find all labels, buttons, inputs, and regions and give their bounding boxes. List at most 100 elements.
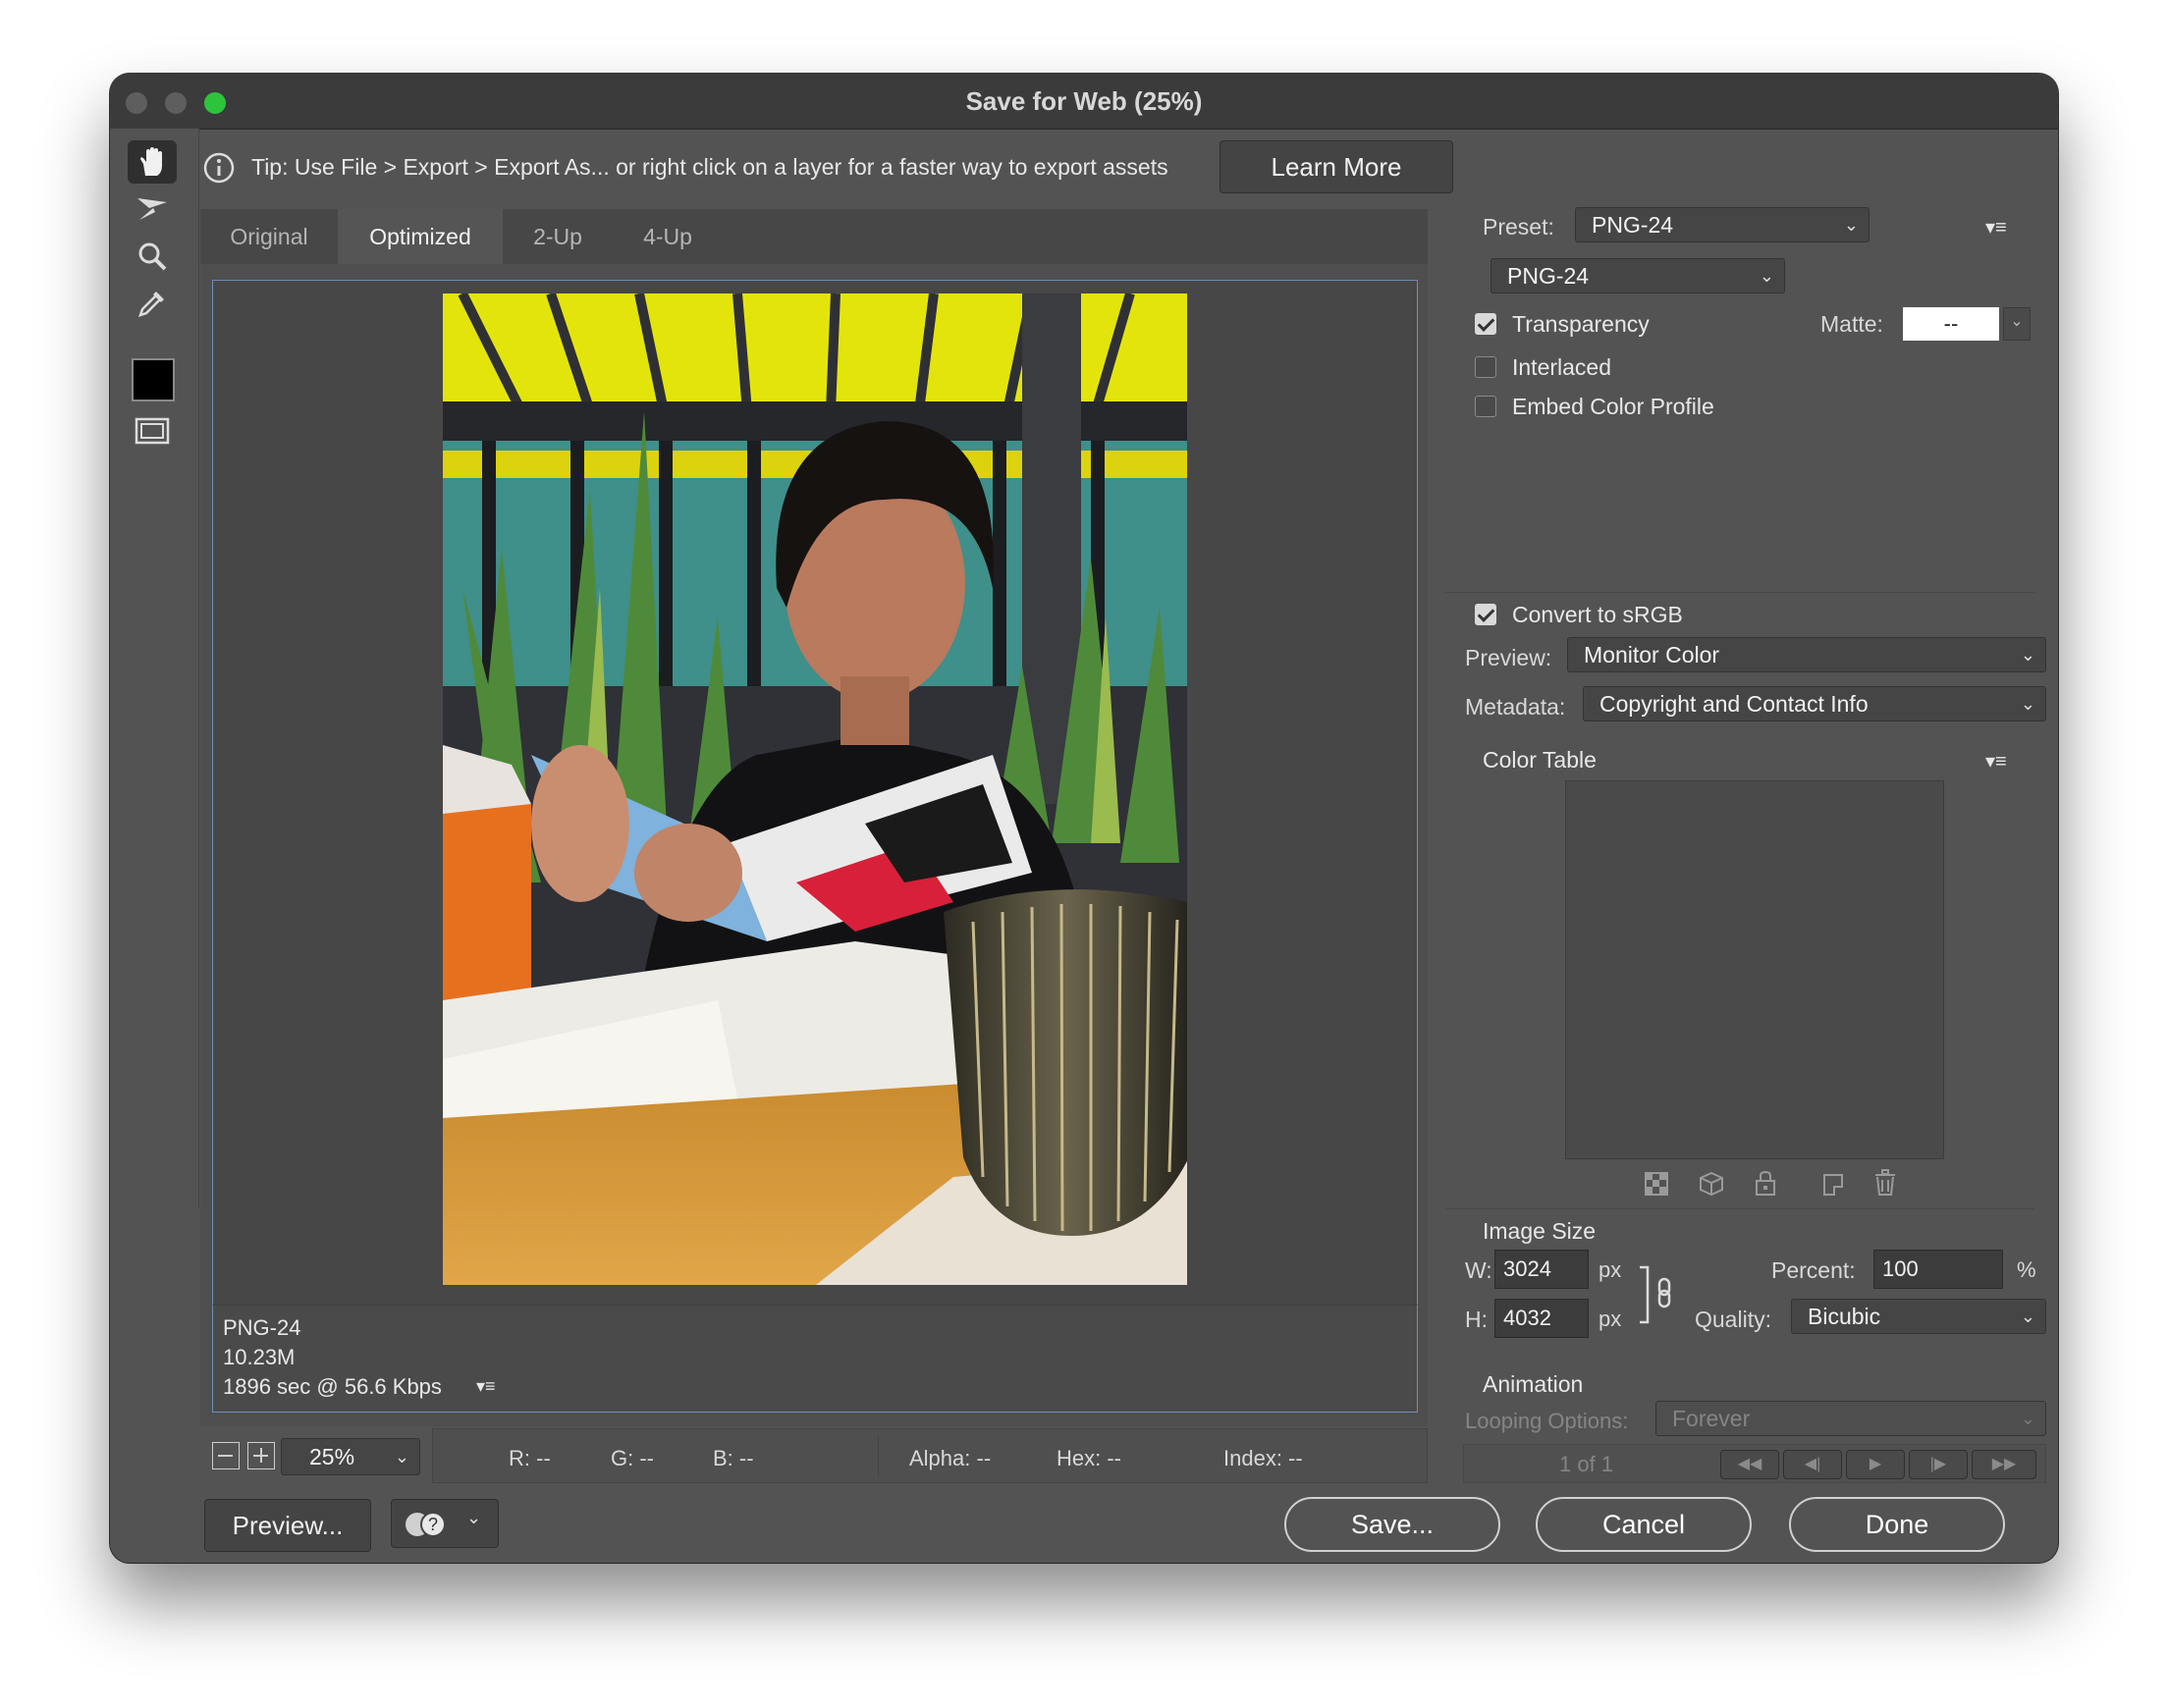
convert-srgb-checkbox[interactable] bbox=[1475, 604, 1496, 625]
play-animation-button[interactable]: ▶ bbox=[1846, 1450, 1905, 1479]
hand-icon bbox=[140, 147, 162, 176]
looping-options-label: Looping Options: bbox=[1465, 1409, 1629, 1433]
previous-frame-button[interactable]: ◀| bbox=[1783, 1450, 1842, 1479]
matte-label: Matte: bbox=[1820, 311, 1883, 337]
preview-in-browser-button[interactable]: Preview... bbox=[204, 1499, 371, 1552]
animation-heading: Animation bbox=[1483, 1371, 1584, 1397]
tip-text: Tip: Use File > Export > Export As... or… bbox=[251, 154, 1168, 180]
tool-strip bbox=[110, 129, 199, 1208]
map-transparency-icon[interactable] bbox=[1644, 1171, 1669, 1197]
web-shift-cube-icon[interactable] bbox=[1699, 1171, 1724, 1197]
embed-color-profile-checkbox[interactable] bbox=[1475, 396, 1496, 417]
info-download-time: 1896 sec @ 56.6 Kbps bbox=[223, 1374, 442, 1399]
chevron-down-icon: ⌄ bbox=[2020, 694, 2035, 714]
chevron-down-icon: ⌄ bbox=[1759, 266, 1774, 286]
height-label: H: bbox=[1465, 1307, 1488, 1332]
toggle-slices-visibility[interactable] bbox=[128, 409, 177, 453]
cancel-button[interactable]: Cancel bbox=[1536, 1497, 1752, 1552]
zoom-tool[interactable] bbox=[128, 235, 177, 278]
readout-hex: Hex: -- bbox=[1057, 1446, 1121, 1470]
tab-4-up[interactable]: 4-Up bbox=[613, 209, 723, 264]
learn-more-button[interactable]: Learn More bbox=[1220, 140, 1453, 193]
magnifier-icon bbox=[138, 242, 167, 271]
height-input[interactable]: 4032 bbox=[1494, 1299, 1589, 1338]
save-button[interactable]: Save... bbox=[1284, 1497, 1500, 1552]
info-format: PNG-24 bbox=[223, 1315, 301, 1340]
chevron-down-icon: ⌄ bbox=[2020, 1409, 2035, 1428]
percent-input[interactable]: 100 bbox=[1873, 1250, 2003, 1289]
info-icon bbox=[203, 152, 235, 184]
chevron-down-icon: ⌄ bbox=[466, 1508, 482, 1527]
matte-dropdown[interactable]: ⌄ bbox=[2003, 307, 2031, 341]
zoom-out-button[interactable] bbox=[212, 1442, 240, 1469]
file-format-select[interactable]: PNG-24 ⌄ bbox=[1490, 258, 1785, 294]
percent-label: Percent: bbox=[1771, 1257, 1856, 1283]
tab-optimized[interactable]: Optimized bbox=[338, 209, 503, 264]
looping-options-select[interactable]: Forever ⌄ bbox=[1655, 1401, 2046, 1436]
matte-color-swatch[interactable]: -- bbox=[1903, 307, 1999, 341]
next-frame-button[interactable]: |▶ bbox=[1909, 1450, 1968, 1479]
tab-2-up[interactable]: 2-Up bbox=[503, 209, 613, 264]
eyedropper-icon bbox=[138, 292, 164, 317]
eyedropper-tool[interactable] bbox=[128, 282, 177, 325]
convert-srgb-label: Convert to sRGB bbox=[1512, 602, 1683, 627]
file-format-value: PNG-24 bbox=[1507, 263, 1590, 289]
preset-label: Preset: bbox=[1483, 214, 1554, 240]
embed-color-profile-label: Embed Color Profile bbox=[1512, 394, 1714, 419]
readout-red: R: -- bbox=[509, 1446, 551, 1470]
quality-label: Quality: bbox=[1695, 1307, 1771, 1332]
eyedropper-color-swatch[interactable] bbox=[132, 358, 175, 401]
browser-select-button[interactable]: ? ⌄ bbox=[391, 1499, 499, 1548]
animation-frame-counter: 1 of 1 bbox=[1559, 1452, 1614, 1476]
minus-icon bbox=[218, 1455, 233, 1457]
resample-quality-value: Bicubic bbox=[1808, 1304, 1881, 1329]
chevron-down-icon: ⌄ bbox=[394, 1447, 409, 1467]
interlaced-label: Interlaced bbox=[1512, 354, 1612, 380]
percent-unit: % bbox=[2017, 1257, 2036, 1282]
interlaced-checkbox[interactable] bbox=[1475, 356, 1496, 378]
view-tabs: Original Optimized 2-Up 4-Up bbox=[200, 209, 1428, 264]
hand-tool[interactable] bbox=[128, 140, 177, 184]
lock-icon[interactable] bbox=[1754, 1169, 1777, 1197]
first-frame-button[interactable]: ◀◀ bbox=[1720, 1450, 1779, 1479]
zoom-level-value: 25% bbox=[309, 1444, 355, 1469]
title-bar: Save for Web (25%) bbox=[110, 74, 2058, 130]
preview-label: Preview: bbox=[1465, 645, 1552, 670]
image-size-heading: Image Size bbox=[1483, 1218, 1597, 1244]
new-color-icon[interactable] bbox=[1820, 1171, 1846, 1197]
constrain-proportions-link-icon[interactable] bbox=[1636, 1265, 1679, 1324]
zoom-level-select[interactable]: 25% ⌄ bbox=[281, 1438, 420, 1475]
done-button[interactable]: Done bbox=[1789, 1497, 2005, 1552]
info-menu-icon[interactable]: ▾≡ bbox=[476, 1376, 496, 1397]
chevron-down-icon: ⌄ bbox=[1843, 215, 1859, 235]
slices-visibility-icon bbox=[135, 417, 170, 445]
trash-icon[interactable] bbox=[1873, 1169, 1897, 1197]
looping-options-value: Forever bbox=[1672, 1406, 1751, 1431]
color-table-area[interactable] bbox=[1565, 780, 1944, 1159]
preview-color-select[interactable]: Monitor Color ⌄ bbox=[1567, 637, 2046, 672]
zoom-in-button[interactable] bbox=[247, 1442, 275, 1469]
color-table-heading: Color Table bbox=[1483, 747, 1597, 773]
tab-original[interactable]: Original bbox=[200, 209, 338, 264]
slice-select-tool[interactable] bbox=[128, 187, 177, 231]
resample-quality-select[interactable]: Bicubic ⌄ bbox=[1791, 1299, 2046, 1334]
info-file-size: 10.23M bbox=[223, 1345, 296, 1369]
optimized-info-bar: PNG-24 10.23M 1896 sec @ 56.6 Kbps ▾≡ bbox=[212, 1305, 1418, 1413]
readout-divider bbox=[878, 1436, 879, 1477]
preset-select[interactable]: PNG-24 ⌄ bbox=[1575, 207, 1870, 242]
transparency-label: Transparency bbox=[1512, 311, 1650, 337]
preset-value: PNG-24 bbox=[1592, 212, 1674, 238]
transparency-checkbox[interactable] bbox=[1475, 313, 1496, 335]
width-input[interactable]: 3024 bbox=[1494, 1250, 1589, 1289]
metadata-label: Metadata: bbox=[1465, 694, 1566, 720]
save-for-web-window: Save for Web (25%) Tip: Use File > Expor… bbox=[110, 74, 2058, 1563]
optimize-menu-icon[interactable]: ▾≡ bbox=[1985, 215, 2007, 240]
color-table-menu-icon[interactable]: ▾≡ bbox=[1985, 749, 2007, 774]
readout-green: G: -- bbox=[611, 1446, 654, 1470]
last-frame-button[interactable]: ▶▶ bbox=[1972, 1450, 2036, 1479]
width-unit: px bbox=[1599, 1257, 1622, 1282]
readout-blue: B: -- bbox=[713, 1446, 754, 1470]
preview-photo[interactable] bbox=[443, 294, 1187, 1285]
width-label: W: bbox=[1465, 1257, 1492, 1283]
metadata-select[interactable]: Copyright and Contact Info ⌄ bbox=[1583, 686, 2046, 721]
